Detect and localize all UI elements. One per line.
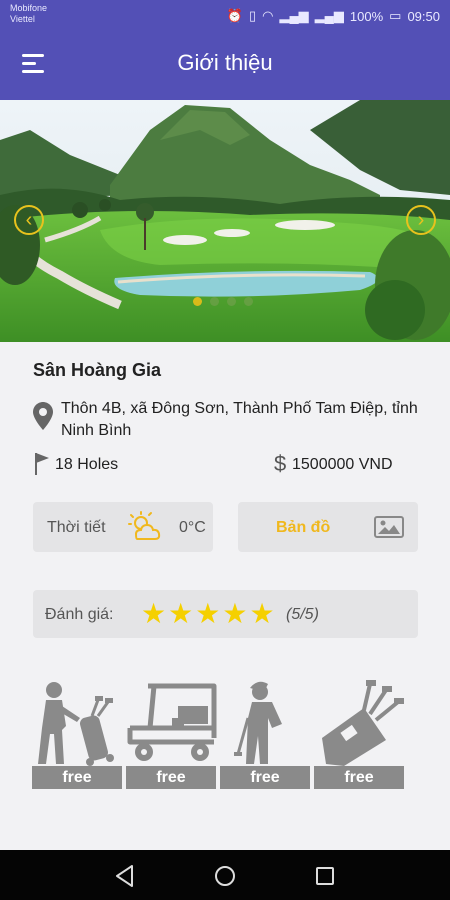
course-name: Sân Hoàng Gia — [33, 360, 162, 380]
golf-cart-icon — [127, 683, 217, 761]
weather-temperature: 0°C — [179, 519, 206, 536]
carousel-dot[interactable] — [244, 297, 253, 306]
carousel-prev-icon[interactable]: ‹ — [14, 205, 44, 235]
map-label: Bản đồ — [276, 519, 331, 536]
golfer-icon — [234, 681, 282, 764]
clock: 09:50 — [407, 8, 440, 24]
amenity-label: free — [126, 766, 216, 789]
dollar-icon: $ — [274, 451, 287, 476]
alarm-icon: ⏰ — [226, 8, 243, 23]
golf-flag-icon — [35, 453, 49, 475]
status-bar: Mobifone Viettel ⏰ ▯ ◠ ▂▄▆ ▂▄▆ 100% ▭ 09… — [0, 0, 450, 32]
amenity-golfer: free — [220, 678, 312, 790]
rating-card: Đánh giá: ★ ★ ★ ★ ★ (5/5) — [33, 590, 418, 638]
carousel-dot[interactable] — [210, 297, 219, 306]
rating-stars: ★ ★ ★ ★ ★ — [141, 600, 275, 628]
carrier-2: Viettel — [10, 14, 35, 24]
map-button[interactable]: Bản đồ — [238, 502, 418, 552]
status-icons: ⏰ ▯ ◠ ▂▄▆ ▂▄▆ 100% ▭ 09:50 — [227, 8, 440, 24]
star-icon: ★ — [141, 598, 167, 629]
carousel-dot[interactable] — [193, 297, 202, 306]
signal-icon: ▂▄▆ — [279, 8, 309, 23]
image-carousel[interactable]: ‹ › — [0, 100, 450, 342]
amenity-golf-cart: free — [126, 678, 218, 790]
amenity-label: free — [220, 766, 310, 789]
wifi-icon: ◠ — [262, 8, 274, 23]
recent-apps-icon[interactable] — [312, 863, 338, 889]
battery-icon: ▭ — [389, 8, 402, 23]
amenity-caddie: free — [32, 678, 124, 790]
home-icon[interactable] — [212, 863, 238, 889]
amenity-golf-bag: free — [314, 678, 406, 790]
holes-count: 18 Holes — [55, 456, 119, 473]
caddie-icon — [38, 682, 114, 766]
partly-cloudy-icon — [128, 511, 161, 540]
carrier-names: Mobifone Viettel — [10, 3, 47, 25]
page-title: Giới thiệu — [177, 50, 273, 75]
carrier-1: Mobifone — [10, 3, 48, 13]
star-icon: ★ — [249, 598, 275, 629]
back-icon[interactable] — [112, 863, 138, 889]
carousel-next-icon[interactable]: › — [406, 205, 436, 235]
star-icon: ★ — [222, 598, 248, 629]
signal-icon-2: ▂▄▆ — [314, 8, 344, 23]
amenity-label: free — [314, 766, 404, 789]
carousel-dot[interactable] — [227, 297, 236, 306]
rating-label: Đánh giá: — [45, 606, 114, 623]
amenity-label: free — [32, 766, 122, 789]
star-icon: ★ — [168, 598, 194, 629]
weather-card: Thời tiết 0°C — [33, 502, 213, 552]
star-icon: ★ — [195, 598, 221, 629]
golf-bag-icon — [322, 680, 404, 766]
price-value: 1500000 VND — [292, 456, 393, 473]
weather-label: Thời tiết — [47, 519, 106, 536]
battery-level: 100% — [349, 8, 384, 24]
app-header: Giới thiệu — [0, 32, 450, 100]
location-pin-icon — [33, 402, 53, 430]
image-icon — [374, 516, 404, 538]
system-nav-bar — [0, 850, 450, 900]
vibrate-icon: ▯ — [248, 8, 257, 23]
address-text: Thôn 4B, xã Đông Sơn, Thành Phố Tam Điệp… — [61, 400, 418, 439]
rating-value: (5/5) — [286, 606, 319, 623]
carousel-indicators — [193, 297, 253, 306]
